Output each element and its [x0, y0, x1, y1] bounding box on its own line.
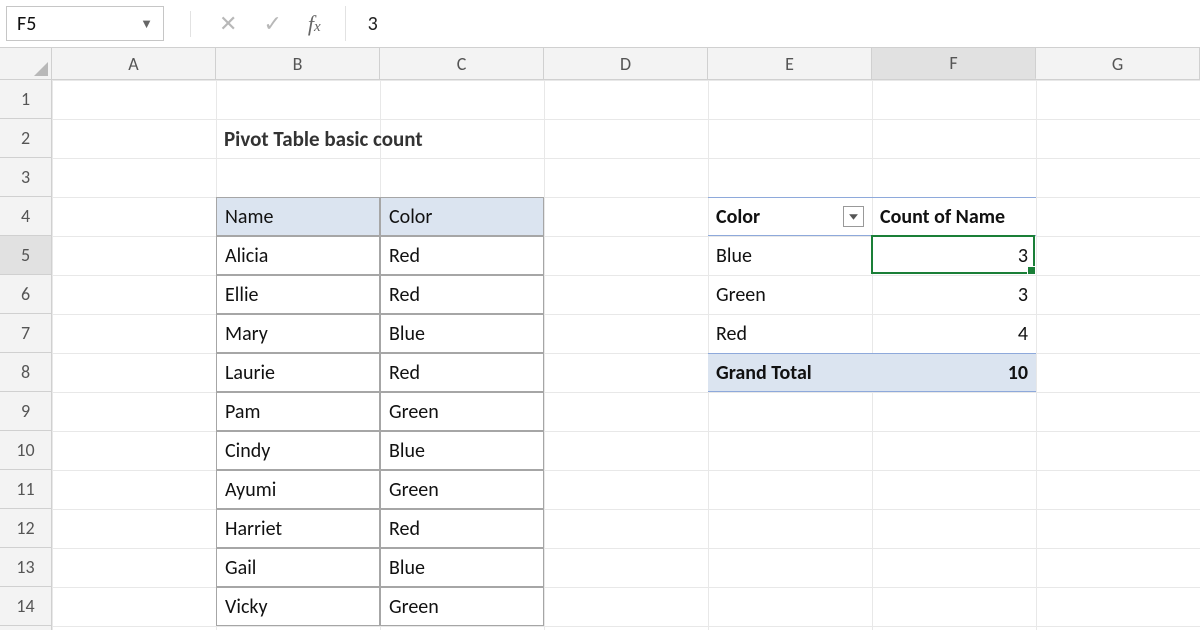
pivot-row-value[interactable]: 4 — [872, 314, 1036, 353]
pivot-filter-dropdown-icon[interactable] — [843, 206, 864, 227]
row-header-2[interactable]: 2 — [0, 119, 51, 158]
formula-input[interactable]: 3 — [345, 6, 1194, 41]
table-row[interactable]: Vicky — [216, 587, 380, 626]
table-row[interactable]: Green — [380, 392, 544, 431]
pivot-row-label[interactable]: Green — [708, 275, 872, 314]
table-row[interactable]: Ayumi — [216, 470, 380, 509]
pivot-header-count[interactable]: Count of Name — [872, 197, 1036, 236]
cancel-icon[interactable]: ✕ — [219, 10, 237, 37]
row-header-4[interactable]: 4 — [0, 197, 51, 236]
row-header-1[interactable]: 1 — [0, 80, 51, 119]
row-header-13[interactable]: 13 — [0, 548, 51, 587]
table-header-color[interactable]: Color — [380, 197, 544, 236]
col-header-B[interactable]: B — [216, 48, 380, 79]
select-all-corner[interactable] — [0, 48, 52, 79]
row-headers: 1234567891011121314 — [0, 80, 52, 630]
pivot-row-value[interactable]: 3 — [872, 275, 1036, 314]
spreadsheet: ABCDEFG 1234567891011121314 Pivot Table … — [0, 48, 1200, 630]
pivot-header-color-label: Color — [716, 205, 760, 229]
table-row[interactable]: Blue — [380, 314, 544, 353]
col-header-G[interactable]: G — [1036, 48, 1200, 79]
table-row[interactable]: Red — [380, 509, 544, 548]
formula-value: 3 — [368, 12, 378, 36]
table-row[interactable]: Green — [380, 587, 544, 626]
col-header-C[interactable]: C — [380, 48, 544, 79]
grid-body[interactable]: Pivot Table basic countNameColorAliciaRe… — [52, 80, 1200, 630]
row-header-11[interactable]: 11 — [0, 470, 51, 509]
row-header-12[interactable]: 12 — [0, 509, 51, 548]
page-title: Pivot Table basic count — [216, 119, 708, 158]
table-row[interactable]: Cindy — [216, 431, 380, 470]
pivot-grand-total-value[interactable]: 10 — [872, 353, 1036, 392]
accept-icon[interactable]: ✓ — [263, 10, 281, 37]
pivot-row-label[interactable]: Blue — [708, 236, 872, 275]
row-header-6[interactable]: 6 — [0, 275, 51, 314]
table-row[interactable]: Ellie — [216, 275, 380, 314]
name-box-dropdown-icon[interactable]: ▼ — [140, 16, 153, 32]
row-header-3[interactable]: 3 — [0, 158, 51, 197]
row-header-14[interactable]: 14 — [0, 587, 51, 626]
table-row[interactable]: Green — [380, 470, 544, 509]
name-box[interactable]: F5 ▼ — [6, 6, 164, 41]
separator — [190, 11, 191, 37]
pivot-row-label[interactable]: Red — [708, 314, 872, 353]
table-row[interactable]: Blue — [380, 548, 544, 587]
formula-bar: F5 ▼ ✕ ✓ fx 3 — [0, 0, 1200, 48]
col-header-A[interactable]: A — [52, 48, 216, 79]
row-header-5[interactable]: 5 — [0, 236, 51, 275]
col-header-D[interactable]: D — [544, 48, 708, 79]
table-row[interactable]: Pam — [216, 392, 380, 431]
table-row[interactable]: Blue — [380, 431, 544, 470]
name-box-value: F5 — [17, 12, 36, 36]
table-row[interactable]: Gail — [216, 548, 380, 587]
col-header-E[interactable]: E — [708, 48, 872, 79]
table-row[interactable]: Red — [380, 353, 544, 392]
table-row[interactable]: Red — [380, 236, 544, 275]
formula-bar-buttons: ✕ ✓ fx — [174, 6, 335, 41]
col-header-F[interactable]: F — [872, 48, 1036, 79]
table-row[interactable]: Red — [380, 275, 544, 314]
table-row[interactable]: Harriet — [216, 509, 380, 548]
table-row[interactable]: Laurie — [216, 353, 380, 392]
table-row[interactable]: Mary — [216, 314, 380, 353]
row-header-10[interactable]: 10 — [0, 431, 51, 470]
pivot-header-rowlabel[interactable]: Color — [708, 197, 872, 236]
row-header-7[interactable]: 7 — [0, 314, 51, 353]
pivot-row-value[interactable]: 3 — [872, 236, 1036, 275]
row-header-8[interactable]: 8 — [0, 353, 51, 392]
column-headers: ABCDEFG — [0, 48, 1200, 80]
table-row[interactable]: Alicia — [216, 236, 380, 275]
pivot-grand-total-label[interactable]: Grand Total — [708, 353, 872, 392]
fx-icon[interactable]: fx — [308, 11, 321, 37]
table-header-name[interactable]: Name — [216, 197, 380, 236]
row-header-9[interactable]: 9 — [0, 392, 51, 431]
